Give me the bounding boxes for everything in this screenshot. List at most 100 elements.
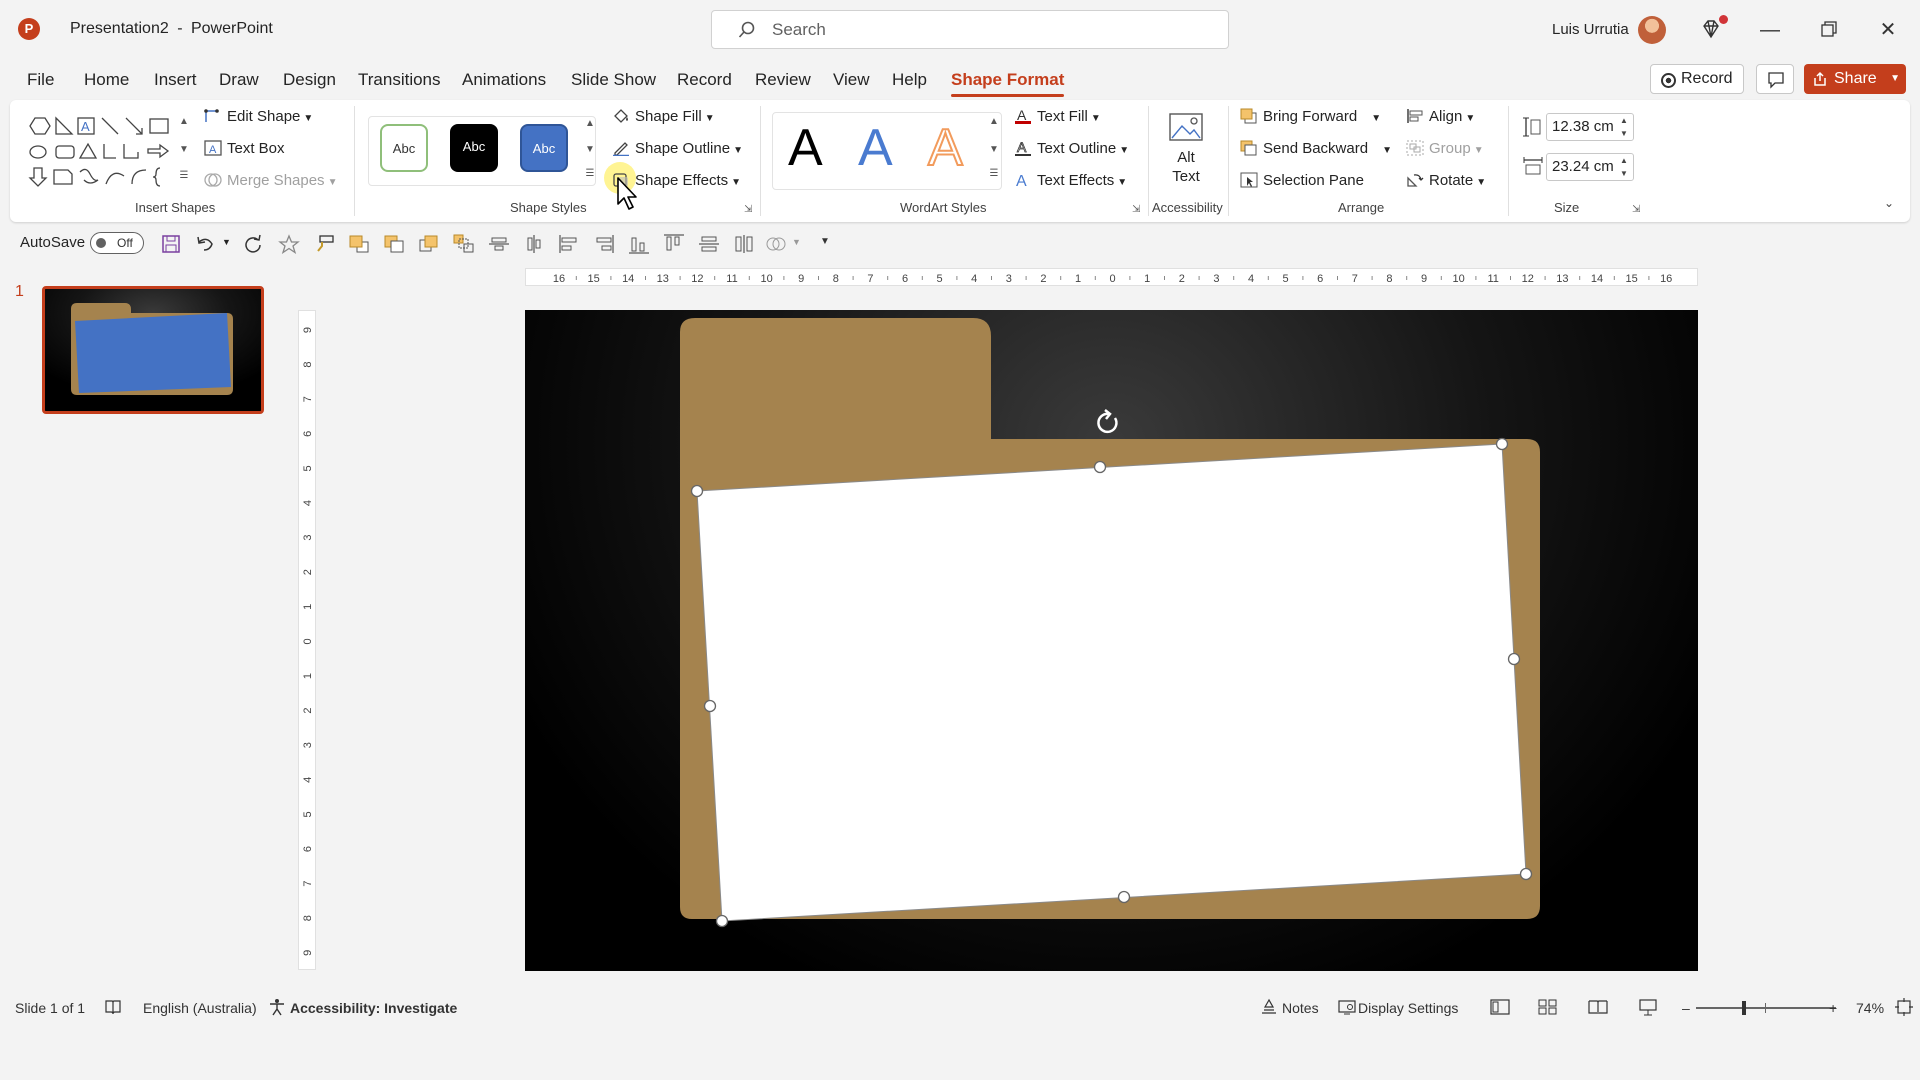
zoom-level[interactable]: 74%	[1856, 1000, 1884, 1016]
group-button[interactable]: Group ▼	[1406, 140, 1484, 157]
restore-icon[interactable]	[1808, 14, 1848, 46]
shape-style-blue[interactable]: Abc	[520, 124, 568, 172]
text-outline-button[interactable]: A Text Outline ▼	[1014, 140, 1129, 157]
star-icon[interactable]	[278, 234, 300, 254]
slide-thumbnail[interactable]	[42, 286, 264, 414]
align-bottom-icon[interactable]	[628, 234, 650, 254]
redo-icon[interactable]	[242, 234, 264, 254]
shapes-scroll-up-icon[interactable]: ▲	[176, 114, 192, 130]
shape-style-white[interactable]: Abc	[380, 124, 428, 172]
ribbon-collapse-icon[interactable]: ⌄	[1884, 196, 1894, 210]
language-status[interactable]: English (Australia)	[143, 1000, 257, 1016]
tab-help[interactable]: Help	[892, 70, 927, 90]
styles-more-icon[interactable]: ☰	[582, 166, 598, 182]
minimize-icon[interactable]: —	[1750, 14, 1790, 46]
avatar[interactable]	[1638, 16, 1666, 44]
customize-qat-icon[interactable]: ▼	[820, 236, 830, 247]
wordart-launcher-icon[interactable]: ⇲	[1132, 204, 1140, 215]
accessibility-status[interactable]: Accessibility: Investigate	[290, 1000, 457, 1016]
shape-fill-button[interactable]: Shape Fill ▼	[612, 108, 715, 125]
user-name[interactable]: Luis Urrutia	[1552, 21, 1629, 38]
wordart-style-orange[interactable]: A	[927, 118, 964, 178]
zoom-slider-thumb[interactable]	[1742, 1001, 1746, 1015]
display-settings-button[interactable]: Display Settings	[1358, 1000, 1458, 1016]
wordart-style-blue[interactable]: A	[858, 118, 893, 178]
bring-to-front-icon[interactable]	[348, 234, 370, 254]
notes-button[interactable]: Notes	[1282, 1000, 1319, 1016]
send-backward-button[interactable]: Send Backward ▼	[1240, 140, 1392, 157]
merge-shapes-qat-icon[interactable]	[765, 234, 787, 254]
tab-transitions[interactable]: Transitions	[358, 70, 441, 90]
align-left-icon[interactable]	[558, 234, 580, 254]
wordart-more-icon[interactable]: ☰	[986, 166, 1002, 182]
shape-style-black[interactable]: Abc	[450, 124, 498, 172]
normal-view-icon[interactable]	[1490, 998, 1510, 1016]
selection-pane-button[interactable]: Selection Pane	[1240, 172, 1364, 189]
close-icon[interactable]: ✕	[1868, 14, 1908, 46]
alt-text-button[interactable]: Alt Text	[1162, 148, 1210, 186]
text-fill-button[interactable]: A Text Fill ▼	[1014, 108, 1101, 125]
merge-dropdown-icon[interactable]: ▼	[792, 237, 801, 247]
bring-forward-button[interactable]: Bring Forward ▼	[1240, 108, 1381, 125]
styles-scroll-up-icon[interactable]: ▲	[582, 116, 598, 132]
save-icon[interactable]	[160, 234, 182, 254]
slide-sorter-icon[interactable]	[1538, 998, 1558, 1016]
undo-dropdown-icon[interactable]: ▼	[222, 237, 231, 247]
slide-show-icon[interactable]	[1638, 998, 1658, 1016]
rotate-button[interactable]: Rotate ▼	[1406, 172, 1486, 189]
zoom-in-icon[interactable]: +	[1829, 1000, 1837, 1016]
tab-home[interactable]: Home	[84, 70, 129, 90]
record-button[interactable]: Record	[1650, 64, 1744, 94]
tab-review[interactable]: Review	[755, 70, 811, 90]
height-spinner[interactable]: ▲ ▼	[1620, 114, 1628, 140]
shape-height-icon	[1522, 116, 1542, 138]
slide-canvas[interactable]	[525, 310, 1698, 971]
autosave-toggle[interactable]: Off	[90, 232, 144, 254]
shape-outline-button[interactable]: Shape Outline ▼	[612, 140, 743, 157]
search-box[interactable]: Search	[711, 10, 1229, 49]
comments-button[interactable]	[1756, 64, 1794, 94]
fit-to-window-icon[interactable]	[1895, 998, 1913, 1016]
undo-icon[interactable]	[194, 234, 216, 254]
align-middle-icon[interactable]	[523, 234, 545, 254]
spelling-check-icon[interactable]	[104, 998, 122, 1016]
text-box-button[interactable]: A Text Box	[204, 140, 285, 157]
tab-insert[interactable]: Insert	[154, 70, 197, 90]
shapes-gallery[interactable]: A	[28, 114, 178, 190]
styles-scroll-down-icon[interactable]: ▼	[582, 142, 598, 158]
tab-animations[interactable]: Animations	[462, 70, 546, 90]
width-spinner[interactable]: ▲ ▼	[1620, 154, 1628, 180]
share-button[interactable]: Share ▼	[1804, 64, 1906, 94]
send-to-back-icon[interactable]	[383, 234, 405, 254]
shape-styles-launcher-icon[interactable]: ⇲	[744, 204, 752, 215]
shapes-more-icon[interactable]: ☰	[176, 168, 192, 184]
tab-slide-show[interactable]: Slide Show	[571, 70, 656, 90]
wordart-scroll-down-icon[interactable]: ▼	[986, 142, 1002, 158]
format-painter-icon[interactable]	[314, 234, 336, 254]
edit-shape-button[interactable]: Edit Shape ▼	[204, 108, 313, 125]
shapes-scroll-down-icon[interactable]: ▼	[176, 142, 192, 158]
zoom-out-icon[interactable]: –	[1682, 1000, 1690, 1016]
wordart-style-black[interactable]: A	[788, 118, 823, 178]
group-objects-icon[interactable]	[453, 234, 475, 254]
zoom-slider[interactable]	[1696, 1007, 1836, 1009]
bring-forward-qat-icon[interactable]	[418, 234, 440, 254]
size-launcher-icon[interactable]: ⇲	[1632, 204, 1640, 215]
tab-record[interactable]: Record	[677, 70, 732, 90]
align-button[interactable]: Align ▼	[1406, 108, 1475, 125]
align-top-icon[interactable]	[663, 234, 685, 254]
tab-file[interactable]: File	[27, 70, 54, 90]
share-dropdown-icon[interactable]: ▼	[1890, 64, 1900, 94]
tab-shape-format[interactable]: Shape Format	[951, 70, 1065, 97]
tab-view[interactable]: View	[833, 70, 870, 90]
distribute-horizontally-icon[interactable]	[733, 234, 755, 254]
wordart-scroll-up-icon[interactable]: ▲	[986, 114, 1002, 130]
text-effects-button[interactable]: A Text Effects ▼	[1014, 172, 1127, 189]
merge-shapes-button[interactable]: Merge Shapes ▼	[204, 172, 337, 189]
tab-design[interactable]: Design	[283, 70, 336, 90]
align-right-icon[interactable]	[593, 234, 615, 254]
tab-draw[interactable]: Draw	[219, 70, 259, 90]
reading-view-icon[interactable]	[1588, 998, 1608, 1016]
distribute-vertically-icon[interactable]	[698, 234, 720, 254]
align-center-icon[interactable]	[488, 234, 510, 254]
